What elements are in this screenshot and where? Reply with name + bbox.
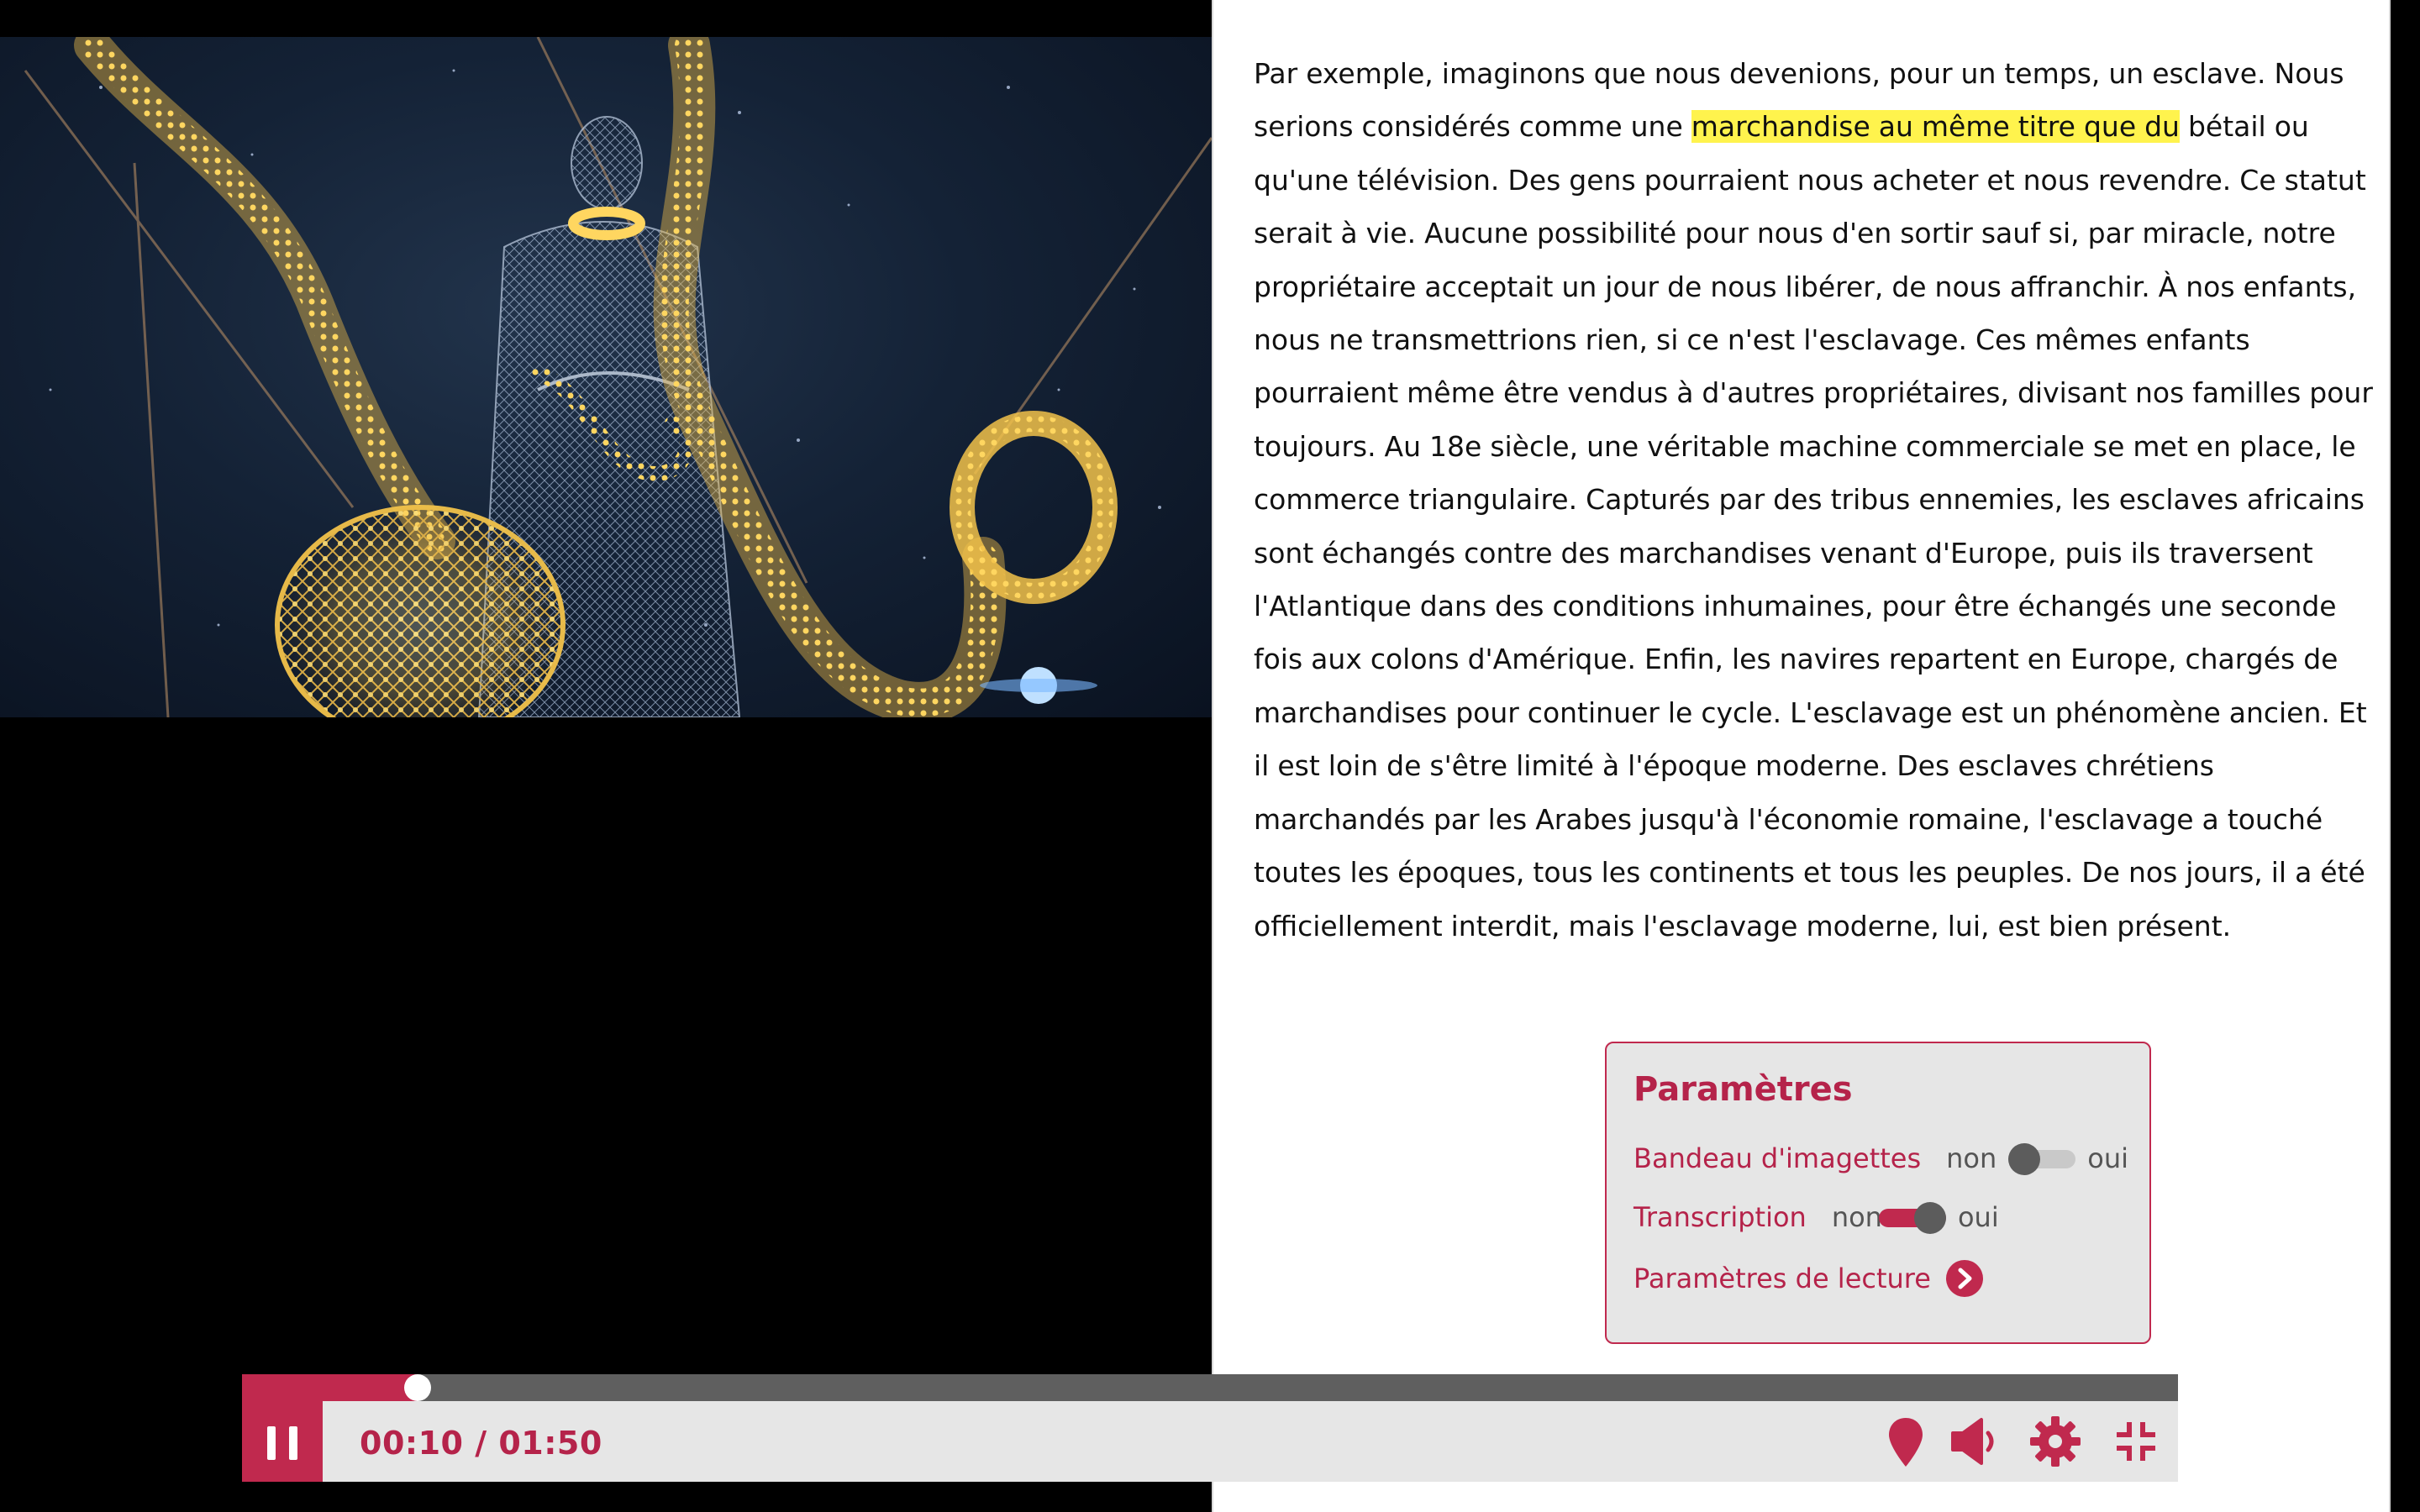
transcription-on-label: oui <box>1957 1201 1999 1233</box>
settings-popup: Paramètres Bandeau d'imagettes non oui T… <box>1605 1042 2151 1344</box>
transcript-highlight: marchandise au même titre que du <box>1691 110 2180 144</box>
volume-icon <box>1951 1418 1994 1465</box>
exit-fullscreen-button[interactable] <box>2109 1415 2163 1468</box>
current-time: 00:10 <box>360 1425 464 1462</box>
thumbnail-strip-setting: Bandeau d'imagettes non oui <box>1634 1142 2129 1175</box>
time-separator: / <box>475 1425 487 1462</box>
player-controls: 00:10 / 01:50 <box>242 1374 2178 1482</box>
transcription-toggle[interactable] <box>1878 1202 1946 1234</box>
progress-bar[interactable] <box>242 1374 2178 1401</box>
reading-settings-label[interactable]: Paramètres de lecture <box>1634 1263 1931 1294</box>
volume-button[interactable] <box>1948 1415 2002 1468</box>
transcript-text-after: bétail ou qu'une télévision. Des gens po… <box>1254 110 2373 942</box>
thumbnail-strip-toggle[interactable] <box>2008 1143 2076 1175</box>
reading-settings-link[interactable]: Paramètres de lecture <box>1634 1260 1983 1297</box>
transcript-text: Par exemple, imaginons que nous devenion… <box>1254 47 2380 953</box>
time-display: 00:10 / 01:50 <box>360 1425 602 1462</box>
duration: 01:50 <box>498 1425 602 1462</box>
chapter-marker-button[interactable] <box>1879 1415 1933 1468</box>
thumbnail-strip-on-label: oui <box>2087 1142 2129 1174</box>
exit-fullscreen-icon <box>2117 1422 2155 1461</box>
video-frame[interactable] <box>0 37 1212 717</box>
settings-button[interactable] <box>2028 1415 2082 1468</box>
thumbnail-strip-label: Bandeau d'imagettes <box>1634 1142 1922 1174</box>
transcription-label: Transcription <box>1634 1201 1807 1233</box>
thumbnail-strip-off-label: non <box>1946 1142 1997 1174</box>
progress-handle[interactable] <box>404 1374 431 1401</box>
gear-icon <box>2030 1416 2081 1467</box>
chapter-marker-icon <box>1889 1418 1923 1467</box>
transcript-panel[interactable]: Par exemple, imaginons que nous devenion… <box>1212 0 2391 1512</box>
transcription-setting: Transcription non oui <box>1634 1201 1999 1234</box>
settings-title: Paramètres <box>1634 1070 1853 1109</box>
video-illustration <box>24 37 1212 717</box>
transcription-off-label: non <box>1831 1201 1882 1233</box>
chevron-right-icon[interactable] <box>1945 1260 1983 1297</box>
pause-button[interactable] <box>242 1374 323 1482</box>
